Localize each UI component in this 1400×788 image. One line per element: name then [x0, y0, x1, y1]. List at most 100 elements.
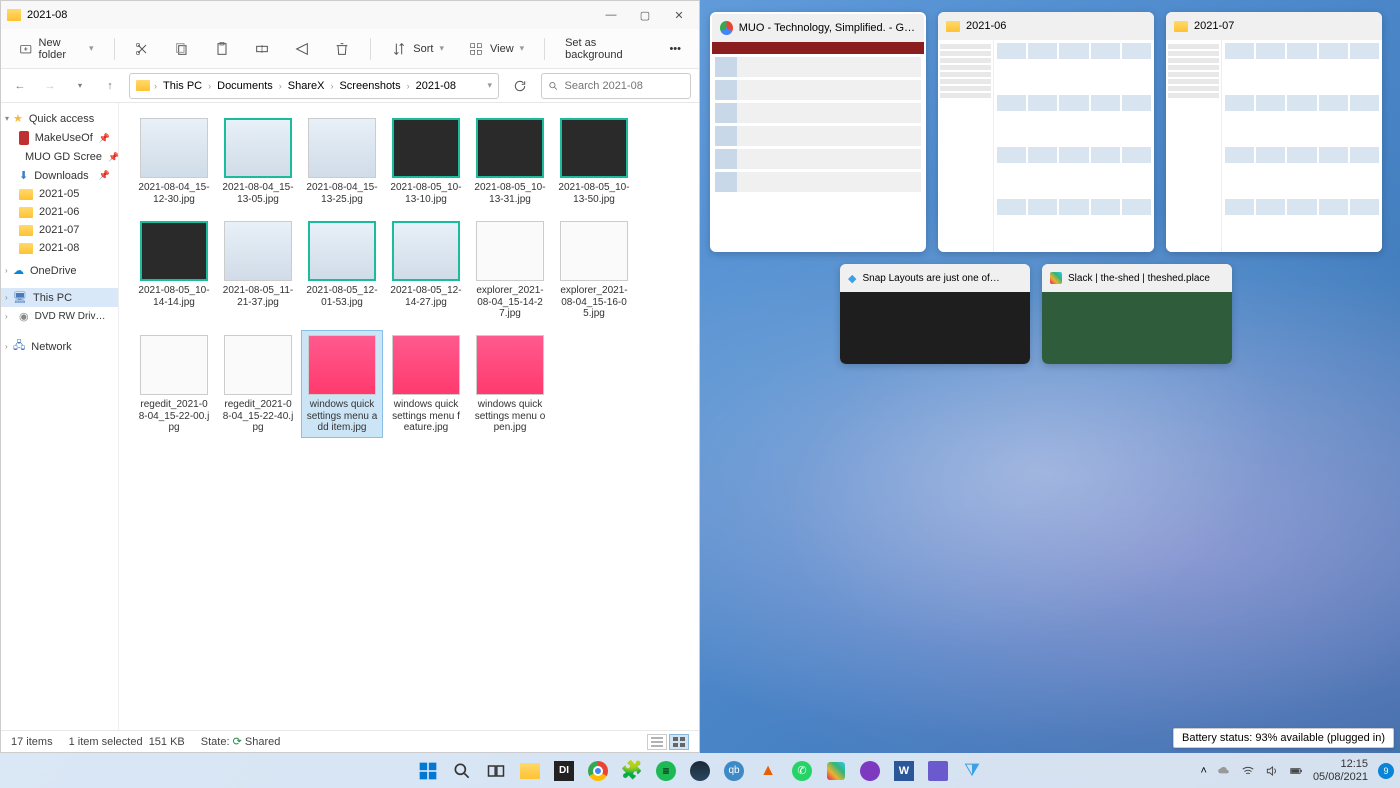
file-item[interactable]: 2021-08-05_10-13-50.jpg [553, 113, 635, 210]
breadcrumb-item[interactable]: Screenshots [337, 78, 402, 94]
share-button[interactable] [286, 36, 318, 62]
more-button[interactable]: ••• [661, 38, 689, 60]
file-item[interactable]: regedit_2021-08-04_15-22-40.jpg [217, 330, 299, 438]
taskbar-opera-button[interactable] [857, 758, 883, 784]
snap-window[interactable]: 2021-07 [1166, 12, 1382, 252]
rename-button[interactable] [246, 36, 278, 62]
file-item[interactable]: 2021-08-05_12-01-53.jpg [301, 216, 383, 324]
breadcrumb-item[interactable]: Documents [215, 78, 275, 94]
file-item[interactable]: windows quick settings menu add item.jpg [301, 330, 383, 438]
file-item[interactable]: 2021-08-05_11-21-37.jpg [217, 216, 299, 324]
file-item[interactable]: 2021-08-05_10-13-31.jpg [469, 113, 551, 210]
sidebar: ▾★Quick access MakeUseOf📌MUO GD Scree📌⬇D… [1, 103, 119, 730]
taskbar-explorer-button[interactable] [517, 758, 543, 784]
file-item[interactable]: windows quick settings menu open.jpg [469, 330, 551, 438]
maximize-button[interactable]: ▢ [631, 4, 659, 26]
sidebar-pinned-item[interactable]: MakeUseOf📌 [1, 128, 118, 148]
search-box[interactable] [541, 73, 691, 99]
taskbar-app-d-button[interactable]: DI [551, 758, 577, 784]
breadcrumb-item[interactable]: ShareX [286, 78, 327, 94]
file-item[interactable]: 2021-08-05_12-14-27.jpg [385, 216, 467, 324]
sidebar-onedrive[interactable]: ›☁OneDrive [1, 261, 118, 280]
sort-button[interactable]: Sort ▾ [383, 36, 452, 62]
file-item[interactable]: explorer_2021-08-04_15-16-05.jpg [553, 216, 635, 324]
sidebar-pinned-item[interactable]: 2021-07 [1, 221, 118, 239]
taskbar-chrome-button[interactable] [585, 758, 611, 784]
file-item[interactable]: regedit_2021-08-04_15-22-00.jpg [133, 330, 215, 438]
details-view-button[interactable] [647, 734, 667, 750]
snap-title: MUO - Technology, Simplified. - Goog… [739, 22, 916, 34]
taskbar-clock[interactable]: 12:15 05/08/2021 [1313, 758, 1368, 782]
refresh-button[interactable] [507, 73, 533, 99]
wifi-icon[interactable] [1241, 764, 1255, 778]
new-folder-button[interactable]: New folder ▾ [11, 32, 102, 66]
taskbar-vscode-button[interactable]: ⧩ [959, 758, 985, 784]
minimize-button[interactable]: — [597, 4, 625, 26]
snap-window[interactable]: MUO - Technology, Simplified. - Goog… [710, 12, 926, 252]
file-item[interactable]: 2021-08-05_10-13-10.jpg [385, 113, 467, 210]
view-button[interactable]: View ▾ [460, 36, 532, 62]
taskbar-word-button[interactable]: W [891, 758, 917, 784]
snap-titlebar: 2021-06 [938, 12, 1154, 40]
volume-icon[interactable] [1265, 764, 1279, 778]
set-background-button[interactable]: Set as background [557, 32, 653, 66]
chevron-down-icon[interactable]: ▾ [487, 80, 492, 91]
sidebar-network[interactable]: ›🖧Network [1, 334, 118, 359]
sidebar-this-pc[interactable]: ›🖥This PC [1, 288, 118, 307]
forward-button[interactable]: → [39, 75, 61, 97]
file-item[interactable]: 2021-08-04_15-13-25.jpg [301, 113, 383, 210]
sidebar-pinned-item[interactable]: ⬇Downloads📌 [1, 166, 118, 185]
taskbar-slack-button[interactable] [823, 758, 849, 784]
tray-chevron-icon[interactable]: ˄ [1201, 765, 1207, 777]
file-name: regedit_2021-08-04_15-22-40.jpg [222, 399, 294, 433]
taskbar-app-x-button[interactable] [925, 758, 951, 784]
delete-button[interactable] [326, 36, 358, 62]
file-item[interactable]: 2021-08-04_15-13-05.jpg [217, 113, 299, 210]
back-button[interactable]: ← [9, 75, 31, 97]
notification-badge[interactable]: 9 [1378, 763, 1394, 779]
breadcrumb-item[interactable]: 2021-08 [414, 78, 458, 94]
status-size: 151 KB [149, 736, 185, 748]
file-thumbnail [560, 221, 628, 281]
sidebar-pinned-item[interactable]: 2021-06 [1, 203, 118, 221]
taskbar-apps: DI 🧩 ≡ qb ▲ ✆ W ⧩ [415, 758, 985, 784]
sidebar-pinned-item[interactable]: 2021-05 [1, 185, 118, 203]
sidebar-dvd[interactable]: ›◉DVD RW Drive (D:) A [1, 307, 118, 326]
taskbar-vlc-button[interactable]: ▲ [755, 758, 781, 784]
copy-button[interactable] [166, 36, 198, 62]
system-tray: ˄ 12:15 05/08/2021 9 [1201, 758, 1395, 782]
snap-window[interactable]: ◆Snap Layouts are just one of… [840, 264, 1030, 364]
snap-window[interactable]: Slack | the-shed | theshed.place [1042, 264, 1232, 364]
recent-button[interactable]: ▾ [69, 75, 91, 97]
taskbar-puzzle-button[interactable]: 🧩 [619, 758, 645, 784]
file-item[interactable]: 2021-08-05_10-14-14.jpg [133, 216, 215, 324]
snap-title: Slack | the-shed | theshed.place [1068, 273, 1210, 284]
taskbar-steam-button[interactable] [687, 758, 713, 784]
taskbar-start-button[interactable] [415, 758, 441, 784]
paste-button[interactable] [206, 36, 238, 62]
file-item[interactable]: explorer_2021-08-04_15-14-27.jpg [469, 216, 551, 324]
breadcrumb-item[interactable]: This PC [161, 78, 204, 94]
taskbar-qbit-button[interactable]: qb [721, 758, 747, 784]
close-button[interactable]: ✕ [665, 4, 693, 26]
file-name: 2021-08-04_15-12-30.jpg [138, 182, 210, 205]
cut-button[interactable] [126, 36, 158, 62]
snap-window[interactable]: 2021-06 [938, 12, 1154, 252]
file-item[interactable]: windows quick settings menu feature.jpg [385, 330, 467, 438]
up-button[interactable]: ↑ [99, 75, 121, 97]
battery-icon[interactable] [1289, 764, 1303, 778]
titlebar[interactable]: 2021-08 — ▢ ✕ [1, 1, 699, 29]
taskbar-whatsapp-button[interactable]: ✆ [789, 758, 815, 784]
sidebar-quick-access[interactable]: ▾★Quick access [1, 109, 118, 128]
taskbar-taskview-button[interactable] [483, 758, 509, 784]
thumbnails-view-button[interactable] [669, 734, 689, 750]
search-input[interactable] [565, 80, 684, 92]
onedrive-tray-icon[interactable] [1217, 764, 1231, 778]
taskbar-search-button[interactable] [449, 758, 475, 784]
file-item[interactable]: 2021-08-04_15-12-30.jpg [133, 113, 215, 210]
status-state: Shared [245, 736, 280, 748]
taskbar-spotify-button[interactable]: ≡ [653, 758, 679, 784]
sidebar-pinned-item[interactable]: MUO GD Scree📌 [1, 148, 118, 166]
sidebar-pinned-item[interactable]: 2021-08 [1, 239, 118, 257]
address-bar[interactable]: › This PC› Documents› ShareX› Screenshot… [129, 73, 499, 99]
